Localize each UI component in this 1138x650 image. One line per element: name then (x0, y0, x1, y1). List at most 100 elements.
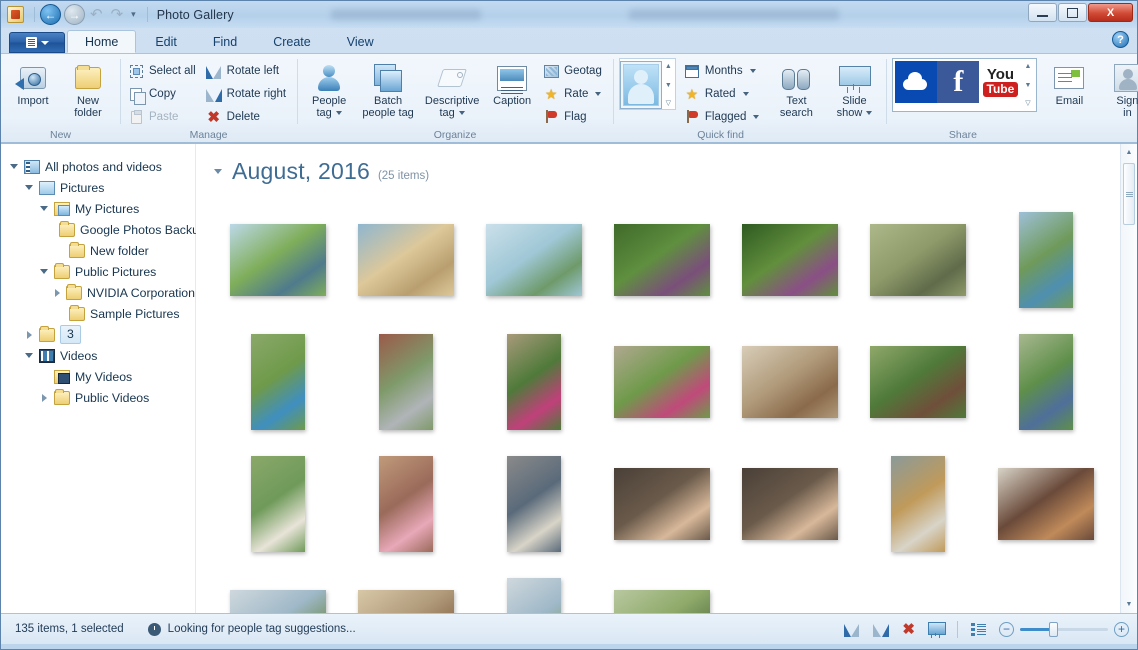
twisty-closed-icon[interactable] (54, 289, 61, 297)
copy-button[interactable]: Copy (126, 83, 201, 105)
sidebar-item-sample-pictures[interactable]: Sample Pictures (9, 303, 195, 324)
tab-create[interactable]: Create (256, 31, 328, 53)
sidebar-item-google-photos-backu[interactable]: Google Photos Backu (9, 219, 199, 240)
sidebar-item-public-pictures[interactable]: Public Pictures (9, 261, 195, 282)
photo-thumbnail[interactable] (1019, 334, 1073, 430)
thumbnail-cell[interactable] (726, 443, 854, 565)
thumbnail-cell[interactable] (470, 443, 598, 565)
slideshow-button[interactable] (928, 622, 946, 636)
people-tag-button[interactable]: People tag (303, 58, 355, 120)
delete-button[interactable]: ✖ (902, 622, 915, 637)
photo-thumbnail[interactable] (358, 590, 454, 613)
redo-icon[interactable]: ↷ (109, 7, 126, 22)
thumbnail-cell[interactable] (598, 199, 726, 321)
tab-edit[interactable]: Edit (138, 31, 194, 53)
zoom-slider[interactable]: − + (999, 621, 1129, 637)
maximize-button[interactable] (1058, 3, 1087, 22)
thumbnail-cell[interactable] (598, 443, 726, 565)
photo-thumbnail[interactable] (998, 468, 1094, 540)
file-menu-button[interactable] (9, 32, 65, 53)
email-button[interactable]: Email (1043, 58, 1095, 107)
photo-thumbnail[interactable] (614, 590, 710, 613)
thumbnail-cell[interactable] (854, 443, 982, 565)
list-view-icon[interactable] (971, 622, 986, 636)
scroll-down-button[interactable]: ▼ (1121, 596, 1137, 613)
thumbnail-cell[interactable] (214, 321, 342, 443)
photo-thumbnail[interactable] (742, 346, 838, 418)
sign-in-button[interactable]: Sign in (1101, 58, 1138, 120)
thumbnail-cell[interactable] (726, 199, 854, 321)
gallery-scroll-spinner[interactable]: ▲ ▼ ▽ (662, 61, 675, 109)
rate-button[interactable]: ★ Rate (541, 83, 607, 105)
thumbnail-cell[interactable] (854, 199, 982, 321)
thumbnail-cell[interactable] (470, 199, 598, 321)
facebook-tile[interactable]: f (937, 61, 980, 103)
photo-thumbnail[interactable] (358, 224, 454, 296)
photo-thumbnail[interactable] (742, 224, 838, 296)
tab-find[interactable]: Find (196, 31, 254, 53)
customize-qat-icon[interactable]: ▾ (131, 9, 136, 20)
sidebar-item-public-videos[interactable]: Public Videos (9, 387, 195, 408)
thumbnail-cell[interactable] (342, 321, 470, 443)
share-gallery-spinner[interactable]: ▲ ▼ ▽ (1021, 61, 1034, 109)
thumbnail-cell[interactable] (470, 321, 598, 443)
forward-button[interactable]: → (64, 4, 85, 25)
rotate-right-button[interactable] (873, 622, 890, 637)
text-search-button[interactable]: Text search (770, 58, 822, 120)
tab-home[interactable]: Home (67, 30, 137, 53)
photo-thumbnail[interactable] (230, 590, 326, 613)
sidebar-item-my-videos[interactable]: My Videos (9, 366, 195, 387)
new-folder-button[interactable]: New folder (62, 58, 114, 120)
photo-thumbnail[interactable] (1019, 212, 1073, 308)
tab-view[interactable]: View (330, 31, 391, 53)
sidebar-item-new-folder[interactable]: New folder (9, 240, 195, 261)
person-thumbnail[interactable] (619, 61, 662, 109)
photo-thumbnail[interactable] (507, 578, 561, 613)
sidebar-item-videos[interactable]: Videos (9, 345, 195, 366)
geotag-button[interactable]: Geotag (541, 60, 607, 82)
sidebar-item-my-pictures[interactable]: My Pictures (9, 198, 195, 219)
thumbnail-cell[interactable] (342, 565, 470, 613)
photo-thumbnail[interactable] (870, 346, 966, 418)
import-button[interactable]: Import (7, 58, 59, 107)
scrollbar-thumb[interactable] (1123, 163, 1135, 225)
rated-button[interactable]: ★ Rated (682, 83, 765, 105)
thumbnail-cell[interactable] (214, 443, 342, 565)
delete-button[interactable]: ✖ Delete (204, 106, 291, 128)
twisty-closed-icon[interactable] (39, 394, 49, 402)
thumbnail-cell[interactable] (214, 199, 342, 321)
onedrive-tile[interactable] (895, 61, 938, 103)
photo-thumbnail[interactable] (486, 224, 582, 296)
photo-gallery-pane[interactable]: August, 2016 (25 items) ▲ ▼ (196, 144, 1137, 613)
photo-thumbnail[interactable] (379, 334, 433, 430)
batch-people-tag-button[interactable]: Batch people tag (358, 58, 418, 120)
thumbnail-cell[interactable] (598, 565, 726, 613)
twisty-open-icon[interactable] (39, 206, 49, 211)
sidebar-item-nvidia-corporation[interactable]: NVIDIA Corporation (9, 282, 195, 303)
photo-thumbnail[interactable] (870, 224, 966, 296)
thumbnail-cell[interactable] (982, 443, 1110, 565)
photo-thumbnail[interactable] (614, 346, 710, 418)
thumbnail-cell[interactable] (214, 565, 342, 613)
group-header[interactable]: August, 2016 (25 items) (196, 144, 1137, 185)
photo-thumbnail[interactable] (742, 468, 838, 540)
thumbnail-cell[interactable] (854, 321, 982, 443)
twisty-closed-icon[interactable] (24, 331, 34, 339)
back-button[interactable]: ← (40, 4, 61, 25)
scroll-up-button[interactable]: ▲ (1121, 144, 1137, 161)
vertical-scrollbar[interactable]: ▲ ▼ (1120, 144, 1137, 613)
twisty-open-icon[interactable] (24, 353, 34, 358)
thumbnail-cell[interactable] (726, 321, 854, 443)
photo-thumbnail[interactable] (251, 456, 305, 552)
photo-thumbnail[interactable] (251, 334, 305, 430)
sidebar-item-all-photos-and-videos[interactable]: All photos and videos (9, 156, 195, 177)
help-icon[interactable]: ? (1112, 31, 1129, 48)
sidebar-item-pictures[interactable]: Pictures (9, 177, 195, 198)
rotate-left-button[interactable]: Rotate left (204, 60, 291, 82)
slide-show-button[interactable]: Slide show (828, 58, 880, 120)
photo-thumbnail[interactable] (891, 456, 945, 552)
rotate-right-button[interactable]: Rotate right (204, 83, 291, 105)
months-button[interactable]: Months (682, 60, 765, 82)
minimize-button[interactable] (1028, 3, 1057, 22)
close-button[interactable]: X (1088, 3, 1133, 22)
